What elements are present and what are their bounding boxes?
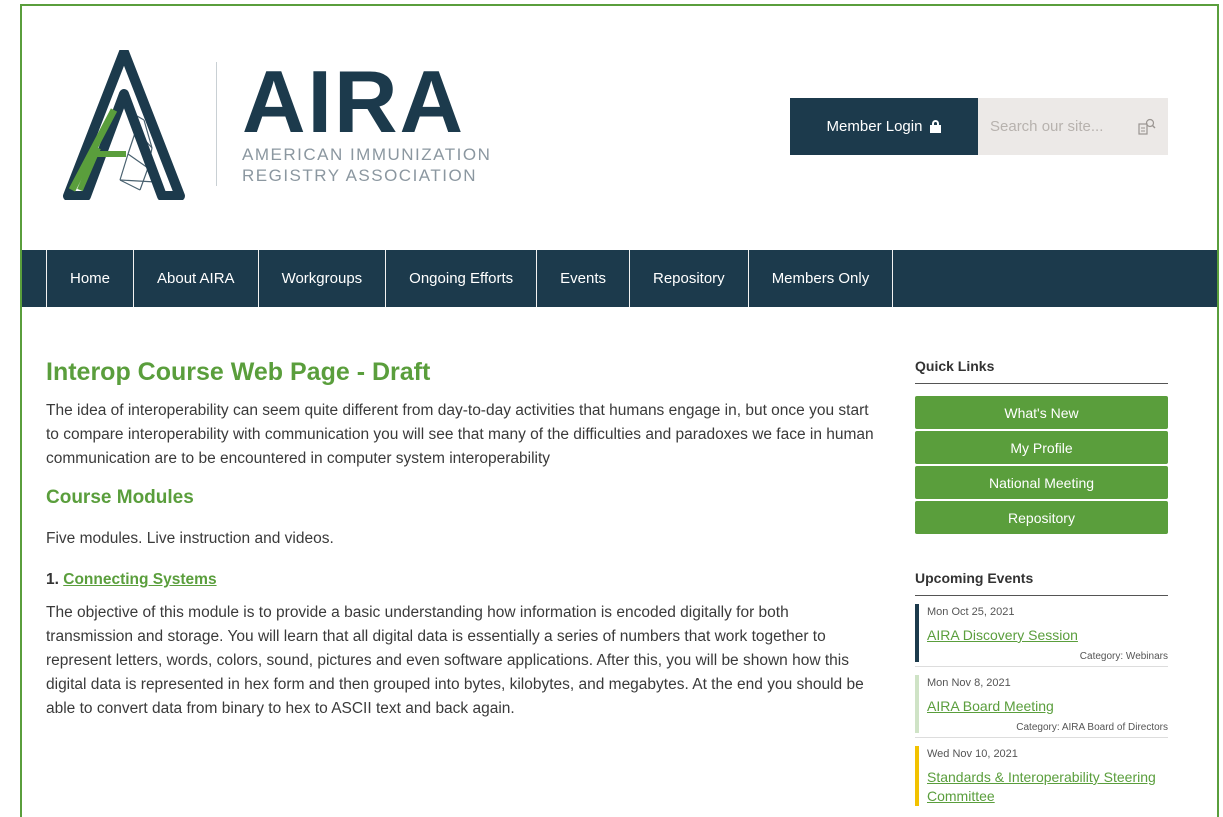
quick-link-my-profile[interactable]: My Profile [915,431,1168,464]
module-1-heading: 1. Connecting Systems [46,571,876,589]
search-icon[interactable] [1138,118,1156,136]
event-color-bar [915,604,919,662]
nav-item-members-only[interactable]: Members Only [749,250,894,307]
event-date: Mon Nov 8, 2021 [927,677,1011,689]
module-1-link[interactable]: Connecting Systems [63,571,216,588]
event-title-link[interactable]: AIRA Board Meeting [927,697,1168,716]
event-category: Category: AIRA Board of Directors [1016,722,1168,733]
page-frame: AIRA AMERICAN IMMUNIZATION REGISTRY ASSO… [20,4,1219,817]
search-box [978,98,1168,155]
nav-item-workgroups[interactable]: Workgroups [259,250,387,307]
quick-link-repository[interactable]: Repository [915,501,1168,534]
member-login-button[interactable]: Member Login [790,98,978,155]
quick-links: What's New My Profile National Meeting R… [915,396,1168,534]
event-date: Mon Oct 25, 2021 [927,606,1015,618]
main-nav: Home About AIRA Workgroups Ongoing Effor… [22,250,1217,307]
page-title: Interop Course Web Page - Draft [46,358,431,386]
intro-paragraph: The idea of interoperability can seem qu… [46,402,874,467]
upcoming-events-heading: Upcoming Events [915,570,1168,596]
event-item: Mon Oct 25, 2021 AIRA Discovery Session … [915,600,1168,667]
member-login-label: Member Login [826,118,923,135]
search-input[interactable] [990,118,1130,135]
event-title-link[interactable]: Standards & Interoperability Steering Co… [927,768,1168,806]
quick-link-whats-new[interactable]: What's New [915,396,1168,429]
quick-link-national-meeting[interactable]: National Meeting [915,466,1168,499]
nav-item-events[interactable]: Events [537,250,630,307]
nav-item-home[interactable]: Home [47,250,135,307]
event-color-bar [915,746,919,806]
nav-item-ongoing-efforts[interactable]: Ongoing Efforts [386,250,538,307]
nav-item-repository[interactable]: Repository [630,250,749,307]
module-1-description: The objective of this module is to provi… [46,604,864,717]
aira-logo-icon[interactable] [56,50,196,200]
event-date: Wed Nov 10, 2021 [927,748,1018,760]
nav-item-about-aira[interactable]: About AIRA [134,250,259,307]
lock-icon [930,120,942,133]
event-item: Wed Nov 10, 2021 Standards & Interoperab… [915,742,1168,810]
sidebar: Quick Links What's New My Profile Nation… [915,358,1168,810]
quick-links-heading: Quick Links [915,358,1168,384]
module-1-number: 1. [46,571,59,588]
event-color-bar [915,675,919,733]
event-item: Mon Nov 8, 2021 AIRA Board Meeting Categ… [915,671,1168,738]
main-content: Interop Course Web Page - Draft The idea… [46,358,876,721]
logo-subtitle-line2: REGISTRY ASSOCIATION [242,166,477,185]
logo-divider [216,62,217,186]
event-title-link[interactable]: AIRA Discovery Session [927,626,1168,645]
event-category: Category: Webinars [1079,651,1168,662]
logo-title: AIRA [242,52,466,151]
logo-subtitle-line1: AMERICAN IMMUNIZATION [242,145,492,164]
logo-wordmark[interactable]: AIRA AMERICAN IMMUNIZATION REGISTRY ASSO… [242,52,492,186]
modules-description: Five modules. Live instruction and video… [46,530,334,547]
course-modules-heading: Course Modules [46,487,194,508]
